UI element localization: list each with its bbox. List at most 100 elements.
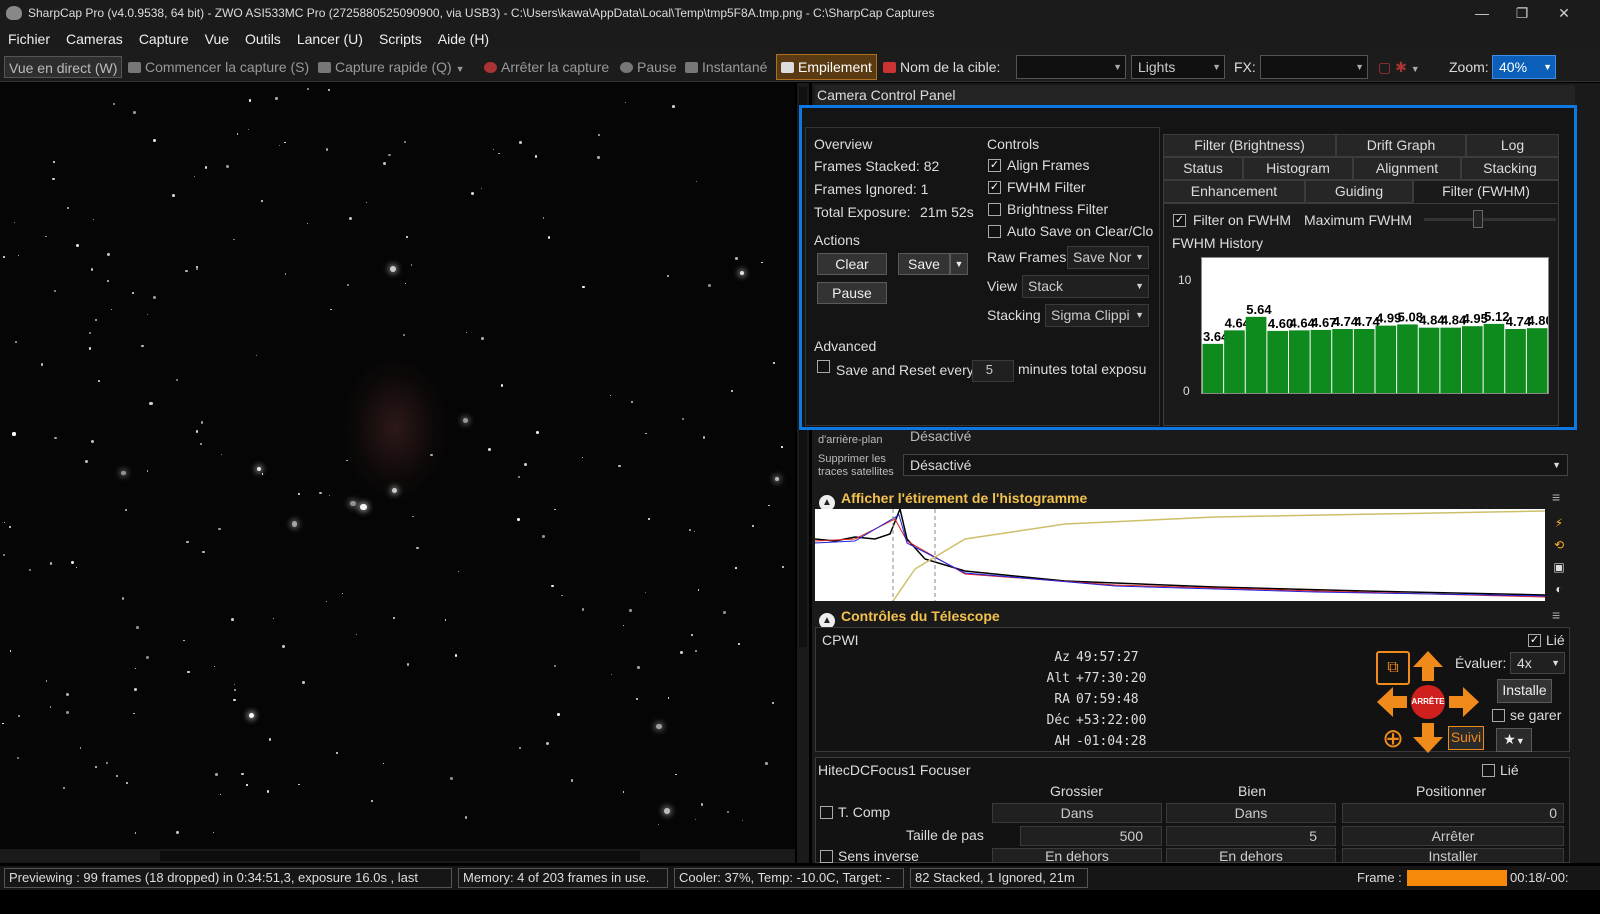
save-dropdown-button[interactable]: ▼ (950, 253, 968, 275)
menu-lancer[interactable]: Lancer (U) (289, 31, 371, 47)
star (481, 336, 485, 340)
max-fwhm-slider-thumb[interactable] (1473, 210, 1483, 228)
tcomp-checkbox[interactable] (820, 806, 833, 819)
coarse-out-button[interactable]: En dehors (992, 848, 1162, 864)
menu-outils[interactable]: Outils (237, 31, 289, 47)
coord-value: +77:30:20 (1076, 671, 1147, 686)
snapshot-button[interactable]: Instantané (685, 56, 767, 78)
fx-combo[interactable]: ▼ (1260, 55, 1368, 79)
fine-out-button[interactable]: En dehors (1166, 848, 1336, 864)
coarse-in-button[interactable]: Dans (992, 803, 1162, 823)
focuser-install-button[interactable]: Installer (1342, 848, 1564, 864)
rate-combo[interactable]: 4x ▼ (1510, 652, 1565, 674)
minutes-spinner[interactable]: 5 (972, 360, 1014, 382)
menu-icon[interactable]: ≡ (1552, 489, 1560, 505)
align-frames-checkbox[interactable]: ✓ (988, 159, 1001, 172)
menu-icon[interactable]: ≡ (1552, 607, 1560, 623)
coarse-step-input[interactable]: 500 (1020, 826, 1162, 846)
histogram-plot[interactable] (815, 509, 1545, 601)
brightness-filter-checkbox[interactable] (988, 203, 1001, 216)
star (53, 290, 57, 293)
auto-save-checkbox[interactable] (988, 225, 1001, 238)
tab-log[interactable]: Log (1466, 134, 1559, 157)
sync-icon[interactable]: ⧉ (1376, 651, 1410, 685)
star (492, 148, 494, 150)
pause-stack-button[interactable]: Pause (817, 282, 887, 304)
telescope-header[interactable]: ▲ Contrôles du Télescope (819, 605, 1000, 629)
park-checkbox[interactable] (1492, 709, 1505, 722)
view-combo[interactable]: Stack ▼ (1022, 275, 1149, 298)
south-arrow-icon[interactable] (1411, 721, 1445, 755)
focuser-stop-button[interactable]: Arrêter (1342, 826, 1564, 846)
stacking-button[interactable]: Empilement (776, 54, 877, 80)
stop-button[interactable]: ARRÊTE (1411, 685, 1445, 719)
mount-linked-checkbox[interactable]: ✓ (1528, 634, 1541, 647)
lightning-icon[interactable]: ⚡ (1550, 512, 1568, 534)
tab-stacking[interactable]: Stacking (1461, 157, 1559, 180)
reticle-icon[interactable]: ▢ ✱ ▼ (1378, 56, 1420, 78)
filter-on-fwhm-checkbox[interactable]: ✓ (1173, 214, 1186, 227)
pause-button[interactable]: Pause (620, 56, 677, 78)
scroll-thumb[interactable] (160, 851, 640, 861)
satellite-combo[interactable]: Désactivé ▼ (903, 454, 1568, 476)
quick-capture-button[interactable]: Capture rapide (Q) ▼ (318, 56, 465, 78)
contrast-icon[interactable]: ◐ (1550, 578, 1568, 600)
goto-target-icon[interactable]: ⊕ (1376, 722, 1410, 756)
fwhm-bar (1267, 330, 1288, 393)
target-name-combo[interactable]: ▼ (1016, 55, 1126, 79)
east-arrow-icon[interactable] (1447, 685, 1481, 719)
star (147, 314, 149, 316)
tab-filter-brightness[interactable]: Filter (Brightness) (1163, 134, 1336, 157)
star (365, 201, 367, 204)
star (462, 418, 468, 424)
save-reset-checkbox[interactable] (817, 360, 830, 373)
install-button[interactable]: Installe (1497, 679, 1552, 703)
menu-scripts[interactable]: Scripts (371, 31, 430, 47)
stacking-combo[interactable]: Sigma Clippi ▼ (1045, 304, 1149, 327)
menu-cameras[interactable]: Cameras (58, 31, 131, 47)
tab-drift-graph[interactable]: Drift Graph (1336, 134, 1466, 157)
restore-icon[interactable]: ❐ (1502, 0, 1542, 26)
minimize-icon[interactable]: — (1462, 0, 1502, 26)
live-view-button[interactable]: Vue en direct (W) (4, 56, 122, 78)
save-button[interactable]: Save (898, 253, 950, 275)
tab-histogram[interactable]: Histogram (1243, 157, 1353, 180)
tab-filter-fwhm[interactable]: Filter (FWHM) (1413, 180, 1559, 203)
chevron-down-icon[interactable]: ▼ (456, 64, 465, 74)
track-button[interactable]: Suivi (1448, 726, 1484, 750)
star (16, 756, 20, 760)
tab-status[interactable]: Status (1163, 157, 1243, 180)
tab-enhancement[interactable]: Enhancement (1163, 180, 1305, 203)
frame-type-combo[interactable]: Lights ▼ (1131, 55, 1225, 79)
fine-in-button[interactable]: Dans (1166, 803, 1336, 823)
max-fwhm-slider-track[interactable] (1424, 218, 1556, 221)
fine-step-input[interactable]: 5 (1166, 826, 1336, 846)
tab-guiding[interactable]: Guiding (1305, 180, 1413, 203)
tab-alignment[interactable]: Alignment (1353, 157, 1461, 180)
save-icon[interactable]: ▣ (1550, 556, 1568, 578)
west-arrow-icon[interactable] (1375, 685, 1409, 719)
reset-icon[interactable]: ⟲ (1550, 534, 1568, 556)
position-field[interactable]: 0 (1342, 803, 1564, 823)
close-icon[interactable]: ✕ (1544, 0, 1584, 26)
raw-frames-combo[interactable]: Save Nor ▼ (1067, 246, 1149, 269)
star (75, 567, 77, 569)
menu-fichier[interactable]: Fichier (0, 31, 58, 47)
reverse-checkbox[interactable] (820, 850, 833, 863)
start-capture-button[interactable]: Commencer la capture (S) (128, 56, 309, 78)
clear-button[interactable]: Clear (817, 253, 887, 275)
menu-vue[interactable]: Vue (197, 31, 237, 47)
stop-capture-button[interactable]: Arrêter la capture (484, 56, 609, 78)
image-viewer[interactable] (0, 83, 795, 863)
histogram-header[interactable]: ▲ Afficher l'étirement de l'histogramme (819, 487, 1087, 511)
fwhm-filter-checkbox[interactable]: ✓ (988, 181, 1001, 194)
north-arrow-icon[interactable] (1411, 649, 1445, 683)
star (185, 270, 188, 273)
star-menu-button[interactable]: ★▼ (1496, 728, 1532, 752)
menu-capture[interactable]: Capture (131, 31, 197, 47)
viewer-horizontal-scrollbar[interactable] (0, 849, 795, 863)
target-icon (883, 62, 896, 73)
zoom-combo[interactable]: 40% ▼ (1492, 55, 1556, 79)
focuser-linked-checkbox[interactable] (1482, 764, 1495, 777)
menu-aide[interactable]: Aide (H) (430, 31, 497, 47)
